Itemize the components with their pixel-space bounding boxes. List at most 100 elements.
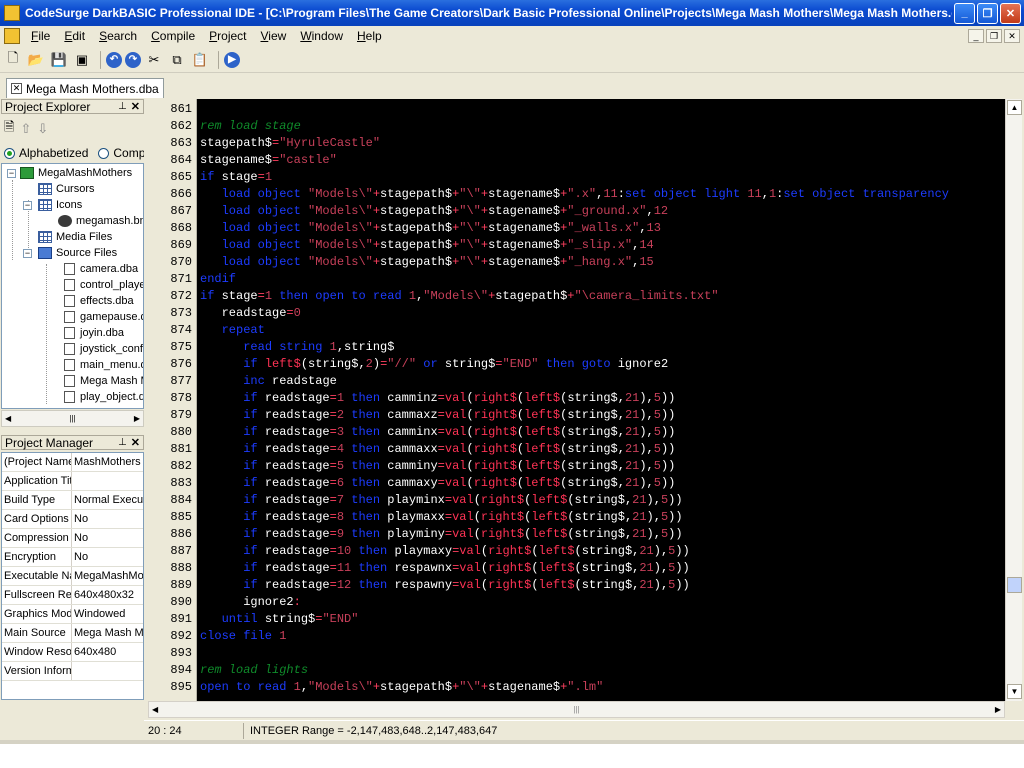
property-value[interactable]: MashMothers (72, 453, 143, 471)
code-line[interactable]: rem load lights (200, 662, 308, 679)
tree-item-source[interactable]: Source Files (38, 245, 117, 261)
document-icon[interactable] (4, 28, 20, 44)
tree-file[interactable]: Mega Mash Mothers.dba (64, 373, 143, 389)
code-line[interactable]: if readstage=9 then playminy=val(right$(… (200, 526, 682, 543)
code-line[interactable]: if readstage=4 then cammaxx=val(right$(l… (200, 441, 675, 458)
code-line[interactable]: load object "Models\"+stagepath$+"\"+sta… (200, 254, 654, 271)
code-line[interactable]: endif (200, 271, 236, 288)
property-value[interactable] (72, 472, 143, 490)
tree-collapse-icon[interactable]: − (23, 249, 32, 258)
new-file-icon[interactable]: 🗋 (3, 50, 23, 70)
tree-collapse-icon[interactable]: − (23, 201, 32, 210)
move-up-icon[interactable]: ⇧ (20, 121, 31, 137)
tab-mega-mash-mothers[interactable]: ✕ Mega Mash Mothers.dba (6, 78, 164, 98)
code-line[interactable]: until string$="END" (200, 611, 359, 628)
radio-alphabetized[interactable] (4, 147, 15, 159)
panel-close-icon[interactable]: ✕ (131, 436, 140, 449)
code-line[interactable]: if left$(string$,2)="//" or string$="END… (200, 356, 668, 373)
tree-file[interactable]: camera.dba (64, 261, 138, 277)
mdi-close-icon[interactable]: ✕ (1004, 29, 1020, 43)
property-value[interactable]: 640x480 (72, 643, 143, 661)
run-icon[interactable]: ▶ (224, 51, 240, 68)
property-row[interactable]: Executable NameMegaMashMothers (2, 567, 143, 586)
code-line[interactable]: load object "Models\"+stagepath$+"\"+sta… (200, 203, 669, 220)
property-value[interactable]: MegaMashMothers (72, 567, 143, 585)
tree-item-media[interactable]: Media Files (38, 229, 112, 245)
code-line[interactable]: if readstage=11 then respawnx=val(right$… (200, 560, 690, 577)
properties-icon[interactable]: 🗎 (4, 118, 14, 140)
code-line[interactable]: load object "Models\"+stagepath$+"\"+sta… (200, 220, 661, 237)
redo-icon[interactable]: ↷ (125, 51, 141, 68)
scroll-thumb[interactable] (1007, 577, 1022, 593)
scroll-down-icon[interactable]: ▼ (1007, 684, 1022, 699)
tree-collapse-icon[interactable]: − (7, 169, 16, 178)
tree-item-icons[interactable]: Icons (38, 197, 82, 213)
code-line[interactable]: readstage=0 (200, 305, 301, 322)
tree-file[interactable]: main_menu.dba (64, 357, 143, 373)
code-line[interactable]: load object "Models\"+stagepath$+"\"+sta… (200, 186, 949, 203)
tree-file[interactable]: gamepause.dba (64, 309, 143, 325)
property-value[interactable]: No (72, 529, 143, 547)
tree-root[interactable]: MegaMashMothers (20, 165, 132, 181)
code-line[interactable]: if readstage=1 then camminz=val(right$(l… (200, 390, 675, 407)
code-line[interactable]: inc readstage (200, 373, 337, 390)
mdi-restore-icon[interactable]: ❐ (986, 29, 1002, 43)
property-value[interactable]: No (72, 548, 143, 566)
property-row[interactable]: (Project Name) MashMothers (2, 453, 143, 472)
property-value[interactable]: 640x480x32 (72, 586, 143, 604)
code-line[interactable]: load object "Models\"+stagepath$+"\"+sta… (200, 237, 654, 254)
menu-compile[interactable]: Compile (144, 27, 202, 45)
menu-view[interactable]: View (254, 27, 294, 45)
pin-icon[interactable]: ⊥ (118, 437, 127, 448)
code-line[interactable]: if readstage=12 then respawny=val(right$… (200, 577, 690, 594)
code-line[interactable]: stagename$="castle" (200, 152, 337, 169)
window-title-bar[interactable]: CodeSurge DarkBASIC Professional IDE - [… (0, 0, 1024, 26)
scroll-grip-icon[interactable]: ||| (69, 414, 75, 423)
scroll-right-icon[interactable]: ▶ (995, 705, 1001, 714)
property-row[interactable]: Window Resolution640x480 (2, 643, 143, 662)
radio-compile-order[interactable] (98, 147, 110, 159)
undo-icon[interactable]: ↶ (106, 51, 122, 68)
code-line[interactable]: if readstage=8 then playmaxx=val(right$(… (200, 509, 682, 526)
pin-icon[interactable]: ⊥ (118, 101, 127, 112)
move-down-icon[interactable]: ⇩ (37, 121, 48, 137)
tree-file[interactable]: control_player.dba (64, 277, 143, 293)
copy-icon[interactable]: ⧉ (167, 50, 187, 70)
tab-close-icon[interactable]: ✕ (11, 83, 22, 94)
menu-window[interactable]: Window (293, 27, 350, 45)
property-row[interactable]: Fullscreen Resolution640x480x32 (2, 586, 143, 605)
code-line[interactable]: if stage=1 then open to read 1,"Models\"… (200, 288, 719, 305)
code-line[interactable]: if readstage=7 then playminx=val(right$(… (200, 492, 682, 509)
panel-close-icon[interactable]: ✕ (131, 100, 140, 113)
code-line[interactable]: read string 1,string$ (200, 339, 394, 356)
property-value[interactable]: Mega Mash Mothers.dba (72, 624, 143, 642)
property-row[interactable]: Main SourceMega Mash Mothers.dba (2, 624, 143, 643)
scroll-right-icon[interactable]: ▶ (134, 414, 140, 423)
code-line[interactable]: rem load stage (200, 118, 301, 135)
property-row[interactable]: Card Options No (2, 510, 143, 529)
tree-file[interactable]: effects.dba (64, 293, 134, 309)
property-row[interactable]: Encryption No (2, 548, 143, 567)
minimize-button[interactable]: _ (954, 2, 975, 24)
scroll-grip-icon[interactable]: ||| (573, 705, 579, 714)
property-value[interactable] (72, 662, 143, 680)
property-row[interactable]: Build TypeNormal Executable (2, 491, 143, 510)
property-value[interactable]: Normal Executable (72, 491, 143, 509)
menu-file[interactable]: File (24, 27, 57, 45)
tree-item-icon-file[interactable]: megamash.bmp (58, 213, 143, 229)
maximize-button[interactable]: ❐ (977, 2, 998, 24)
tree-file[interactable]: play_object.dba (64, 389, 143, 405)
scroll-up-icon[interactable]: ▲ (1007, 100, 1022, 115)
mdi-minimize-icon[interactable]: _ (968, 29, 984, 43)
menu-project[interactable]: Project (202, 27, 253, 45)
code-line[interactable]: if readstage=5 then camminy=val(right$(l… (200, 458, 675, 475)
property-value[interactable]: Windowed (72, 605, 143, 623)
code-line[interactable]: if stage=1 (200, 169, 272, 186)
code-editor[interactable]: rem load stage stagepath$="HyruleCastle" s… (197, 99, 1005, 701)
scroll-left-icon[interactable]: ◀ (152, 705, 158, 714)
code-line[interactable]: if readstage=6 then cammaxy=val(right$(l… (200, 475, 675, 492)
menu-edit[interactable]: Edit (57, 27, 92, 45)
tree-file[interactable]: joystick_config.dba (64, 341, 143, 357)
property-row[interactable]: Graphics Mode Windowed (2, 605, 143, 624)
scroll-left-icon[interactable]: ◀ (5, 414, 11, 423)
